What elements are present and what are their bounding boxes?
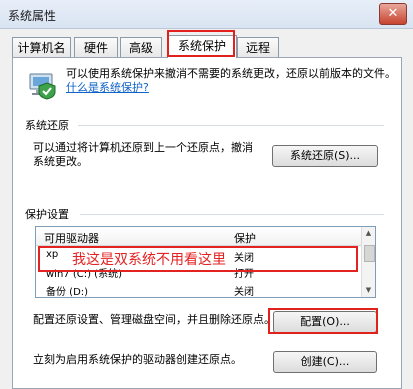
scroll-thumb[interactable] xyxy=(364,245,375,262)
create-button[interactable]: 创建(C)... xyxy=(273,351,377,373)
system-restore-button[interactable]: 系统还原(S)... xyxy=(272,145,378,167)
system-restore-description: 可以通过将计算机还原到上一个还原点，撤消系统更改。 xyxy=(33,141,253,168)
tab-computer-name[interactable]: 计算机名 xyxy=(12,37,71,58)
annotation-text: 我这是双系统不用看这里 xyxy=(72,252,226,268)
group-separator xyxy=(78,125,384,126)
column-available-drives[interactable]: 可用驱动器 xyxy=(44,230,99,246)
configure-highlight-box xyxy=(268,308,378,334)
list-header: 可用驱动器 保护 xyxy=(36,227,362,246)
tab-hardware[interactable]: 硬件 xyxy=(74,37,118,58)
protection-settings-group-label: 保护设置 xyxy=(25,208,69,221)
column-protection[interactable]: 保护 xyxy=(234,230,256,246)
list-scrollbar[interactable]: ▲ ▼ xyxy=(361,227,375,297)
what-is-system-protection-link[interactable]: 什么是系统保护? xyxy=(66,81,149,94)
drive-status: 关闭 xyxy=(234,287,254,298)
computer-shield-icon xyxy=(29,73,56,100)
intro-text: 可以使用系统保护来撤消不需要的系统更改，还原以前版本的文件。什么是系统保护? xyxy=(66,67,396,95)
scroll-up-icon[interactable]: ▲ xyxy=(363,228,374,239)
tab-highlight-box xyxy=(167,30,235,57)
scroll-down-icon[interactable]: ▼ xyxy=(363,285,374,296)
intro-description: 可以使用系统保护来撤消不需要的系统更改，还原以前版本的文件。 xyxy=(66,67,396,80)
system-restore-group-label: 系统还原 xyxy=(25,119,69,132)
tab-panel xyxy=(12,57,402,389)
create-description: 立刻为启用系统保护的驱动器创建还原点。 xyxy=(33,353,242,366)
tab-advanced[interactable]: 高级 xyxy=(120,37,162,58)
group-separator xyxy=(80,214,384,215)
tab-remote[interactable]: 远程 xyxy=(237,37,279,58)
drive-name: 备份 (D:) xyxy=(46,287,89,298)
configure-description: 配置还原设置、管理磁盘空间，并且删除还原点。 xyxy=(33,313,271,326)
list-item[interactable]: 备份 (D:) 关闭 xyxy=(36,283,362,298)
window-title: 系统属性 xyxy=(8,9,57,23)
close-button[interactable]: ✕ xyxy=(379,3,407,25)
title-bar: 系统属性 ✕ xyxy=(0,0,413,29)
